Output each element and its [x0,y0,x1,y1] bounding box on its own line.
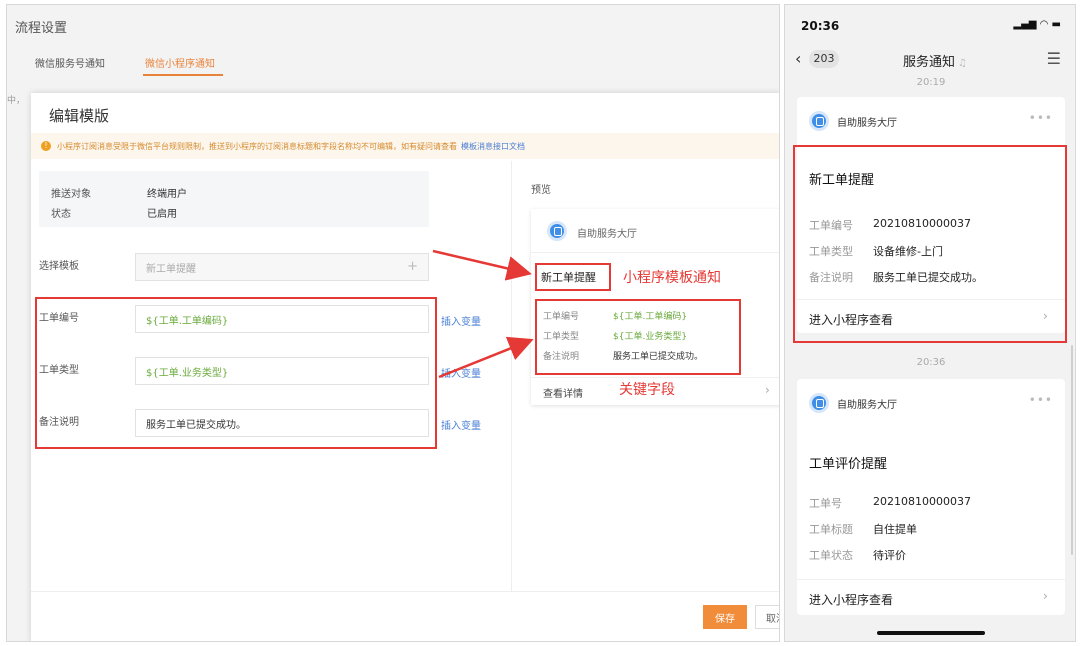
card-row-value: 待评价 [873,549,906,562]
phone-panel: 20:36 ▂▄▆ ◠ ▬ ‹ 203 服务通知 ♫ ☰ 20:19 自助服务大厅… [784,4,1076,642]
column-divider [511,161,512,591]
status-label: 状态 [51,209,71,220]
card-row-value: 自住提单 [873,523,917,536]
menu-icon[interactable]: ☰ [1047,49,1061,68]
footer-divider [31,591,779,592]
more-icon[interactable]: ••• [1029,393,1053,407]
preview-label: 预览 [531,185,551,196]
insert-variable-link[interactable]: 插入变量 [441,417,481,432]
scrollbar[interactable] [1071,345,1073,555]
template-select[interactable]: 新工单提醒 + [135,253,429,281]
highlight-box-phone-card [793,145,1067,343]
time-separator: 20:19 [916,77,946,88]
modal-title: 编辑模版 [49,107,110,125]
card-row-label: 工单状态 [809,549,853,562]
highlight-box-preview-fields [535,299,741,375]
card-app-name: 自助服务大厅 [837,118,897,129]
edit-template-modal: 编辑模版 ! 小程序订阅消息受限于微信平台规则限制，推送到小程序的订阅消息标题和… [31,93,779,641]
template-label: 选择模板 [39,261,79,272]
unread-count-badge[interactable]: 203 [809,50,839,68]
message-card-review[interactable]: 自助服务大厅 ••• 工单评价提醒 工单号 20210810000037 工单标… [797,379,1065,615]
app-icon [809,393,829,413]
admin-panel: 流程设置 微信服务号通知 微信小程序通知 中， 编辑模版 ! 小程序订阅消息受限… [6,4,780,642]
time-separator: 20:36 [916,357,946,368]
page-title: 流程设置 [15,21,68,36]
chevron-right-icon: › [765,383,770,397]
nav-title-text: 服务通知 [903,55,956,70]
tab-wechat-miniprogram[interactable]: 微信小程序通知 [145,55,215,70]
highlight-box-title [535,263,611,291]
app-icon [809,111,829,131]
back-chevron-icon[interactable]: ‹ [795,49,801,68]
bell-icon: ♫ [958,58,967,69]
status-value: 已启用 [147,209,177,220]
app-icon [547,221,567,241]
card-divider [797,579,1065,580]
preview-card-header: 自助服务大厅 [531,209,779,253]
status-time: 20:36 [801,19,840,33]
info-box: 推送对象 终端用户 状态 已启用 [39,171,429,227]
plus-icon[interactable]: + [407,259,418,274]
clipped-background-text: 中， [7,96,26,106]
target-value: 终端用户 [147,189,187,200]
more-icon[interactable]: ••• [1029,111,1053,125]
tab-wechat-service[interactable]: 微信服务号通知 [35,55,105,70]
notice-text: 小程序订阅消息受限于微信平台规则限制，推送到小程序的订阅消息标题和字段名称均不可… [57,141,457,151]
signal-wifi-battery-icon: ▂▄▆ ◠ ▬ [1013,19,1061,30]
nav-title: 服务通知 ♫ [903,51,967,70]
notice-bar: ! 小程序订阅消息受限于微信平台规则限制，推送到小程序的订阅消息标题和字段名称均… [31,133,779,159]
active-tab-indicator [143,74,223,76]
card-row-label: 工单号 [809,497,842,510]
preview-app-name: 自助服务大厅 [577,229,637,240]
open-miniprogram-link[interactable]: 进入小程序查看 [809,591,893,608]
preview-footer-divider [531,377,779,378]
chevron-right-icon: › [1043,589,1048,603]
card-app-name: 自助服务大厅 [837,400,897,411]
preview-detail-label[interactable]: 查看详情 [543,385,583,400]
card-row-value: 20210810000037 [873,495,971,508]
cancel-button[interactable]: 取消 [755,605,779,629]
home-indicator[interactable] [877,631,985,635]
template-select-value: 新工单提醒 [146,263,196,275]
highlight-box-fields [35,297,437,449]
target-label: 推送对象 [51,189,91,200]
save-button[interactable]: 保存 [703,605,747,629]
card-title: 工单评价提醒 [809,457,888,472]
annotation-key-fields: 关键字段 [619,382,675,398]
insert-variable-link[interactable]: 插入变量 [441,365,481,380]
doc-link[interactable]: 模板消息接口文档 [461,141,525,152]
warning-icon: ! [41,141,51,151]
insert-variable-link[interactable]: 插入变量 [441,313,481,328]
card-row-label: 工单标题 [809,523,853,536]
annotation-template-notice: 小程序模板通知 [623,270,721,286]
